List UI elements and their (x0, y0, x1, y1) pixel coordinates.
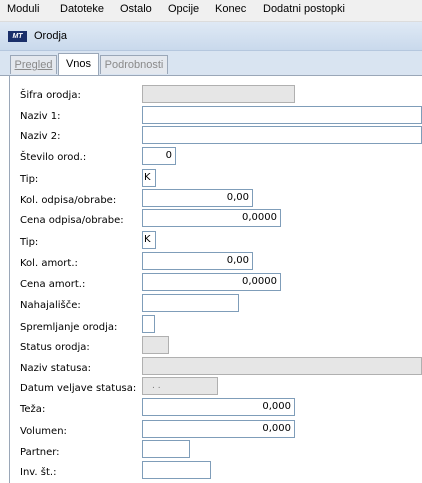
kol-odpisa-field[interactable]: 0,00 (142, 189, 253, 207)
tip-1-field[interactable]: K (142, 169, 156, 187)
label-stevilo-orod: Število orod.: (20, 152, 87, 163)
menu-dodatni-postopki[interactable]: Dodatni postopki (263, 3, 345, 15)
cena-amort-field[interactable]: 0,0000 (142, 273, 281, 291)
stevilo-orod-field[interactable]: 0 (142, 147, 176, 165)
menu-bar: Moduli Datoteke Ostalo Opcije Konec Doda… (0, 0, 422, 22)
tab-pregled[interactable]: Pregled (10, 55, 57, 74)
teza-field[interactable]: 0,000 (142, 398, 295, 416)
cena-odpisa-field[interactable]: 0,0000 (142, 209, 281, 227)
volumen-field[interactable]: 0,000 (142, 420, 295, 438)
status-orodja-field[interactable] (142, 336, 169, 354)
label-sifra-orodja: Šifra orodja: (20, 90, 81, 101)
menu-datoteke[interactable]: Datoteke (60, 3, 104, 15)
label-tip-2: Tip: (20, 237, 39, 248)
label-teza: Teža: (20, 404, 46, 415)
window-title: Orodja (34, 30, 68, 42)
tab-vnos[interactable]: Vnos (58, 53, 99, 76)
datum-veljave-statusa-field[interactable]: . . (142, 377, 218, 395)
label-naziv-1: Naziv 1: (20, 111, 61, 122)
label-datum-veljave-statusa: Datum veljave statusa: (20, 383, 137, 394)
label-inv-st: Inv. št.: (20, 467, 57, 478)
tab-podrobnosti[interactable]: Podrobnosti (100, 55, 168, 74)
label-partner: Partner: (20, 447, 60, 458)
label-volumen: Volumen: (20, 426, 67, 437)
menu-moduli[interactable]: Moduli (7, 3, 39, 15)
label-cena-amort: Cena amort.: (20, 279, 86, 290)
partner-field[interactable] (142, 440, 190, 458)
app-logo-icon: MT (8, 31, 27, 42)
spremljanje-orodja-field[interactable] (142, 315, 155, 333)
label-tip-1: Tip: (20, 174, 39, 185)
nahajalisce-field[interactable] (142, 294, 239, 312)
menu-opcije[interactable]: Opcije (168, 3, 199, 15)
label-status-orodja: Status orodja: (20, 342, 90, 353)
tab-strip: Pregled Vnos Podrobnosti (0, 51, 422, 76)
menu-ostalo[interactable]: Ostalo (120, 3, 152, 15)
menu-konec[interactable]: Konec (215, 3, 246, 15)
label-cena-odpisa: Cena odpisa/obrabe: (20, 215, 124, 226)
label-spremljanje-orodja: Spremljanje orodja: (20, 322, 118, 333)
sifra-orodja-field[interactable] (142, 85, 295, 103)
label-nahajalisce: Nahajališče: (20, 300, 81, 311)
kol-amort-field[interactable]: 0,00 (142, 252, 253, 270)
naziv-statusa-field[interactable] (142, 357, 422, 375)
label-kol-odpisa: Kol. odpisa/obrabe: (20, 195, 117, 206)
tip-2-field[interactable]: K (142, 231, 156, 249)
window-title-bar: MT Orodja (0, 22, 422, 51)
naziv-2-field[interactable] (142, 126, 422, 144)
naziv-1-field[interactable] (142, 106, 422, 124)
label-naziv-2: Naziv 2: (20, 131, 61, 142)
inv-st-field[interactable] (142, 461, 211, 479)
label-naziv-statusa: Naziv statusa: (20, 363, 91, 374)
label-kol-amort: Kol. amort.: (20, 258, 78, 269)
